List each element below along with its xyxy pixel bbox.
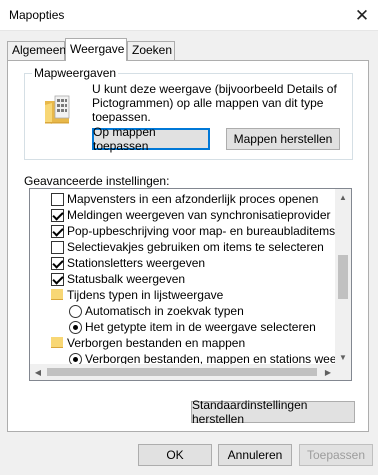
tab-algemeen[interactable]: Algemeen bbox=[7, 41, 66, 60]
settings-row-label: Selectievakjes gebruiken om items te sel… bbox=[67, 240, 324, 254]
settings-row-label: Mapvensters in een afzonderlijk proces o… bbox=[67, 192, 319, 206]
settings-row-4[interactable]: Stationsletters weergeven bbox=[30, 255, 336, 271]
cancel-button[interactable]: Annuleren bbox=[218, 444, 292, 466]
settings-row-label: Automatisch in zoekvak typen bbox=[85, 304, 244, 318]
settings-row-8[interactable]: Het getypte item in de weergave selecter… bbox=[30, 319, 336, 335]
settings-row-5[interactable]: Statusbalk weergeven bbox=[30, 271, 336, 287]
settings-row-6: Tijdens typen in lijstweergave bbox=[30, 287, 336, 303]
settings-checkbox[interactable] bbox=[51, 193, 64, 206]
settings-row-10[interactable]: Verborgen bestanden, mappen en stations … bbox=[30, 351, 336, 365]
settings-checkbox[interactable] bbox=[51, 225, 64, 238]
tab-weergave[interactable]: Weergave bbox=[65, 38, 127, 61]
settings-row-label: Het getypte item in de weergave selecter… bbox=[85, 320, 316, 334]
advanced-settings-items: Mapvensters in een afzonderlijk proces o… bbox=[30, 189, 336, 365]
scroll-left-icon[interactable]: ◀ bbox=[30, 364, 46, 380]
settings-checkbox[interactable] bbox=[51, 209, 64, 222]
settings-row-label: Pop-upbeschrijving voor map- en bureaubl… bbox=[67, 224, 336, 238]
settings-row-label: Meldingen weergeven van synchronisatiepr… bbox=[67, 208, 331, 222]
vertical-scroll-thumb[interactable] bbox=[338, 255, 348, 299]
scroll-right-icon[interactable]: ▶ bbox=[320, 364, 336, 380]
scroll-up-icon[interactable]: ▲ bbox=[335, 189, 351, 205]
settings-radio[interactable] bbox=[69, 305, 82, 318]
settings-row-label: Statusbalk weergeven bbox=[67, 272, 186, 286]
folder-views-legend: Mapweergaven bbox=[32, 66, 119, 80]
vertical-scrollbar[interactable]: ▲ ▼ bbox=[335, 189, 351, 365]
apply-button: Toepassen bbox=[299, 444, 373, 466]
settings-checkbox[interactable] bbox=[51, 273, 64, 286]
close-icon[interactable]: ✕ bbox=[346, 0, 378, 31]
settings-row-label: Verborgen bestanden en mappen bbox=[67, 336, 246, 350]
settings-row-0[interactable]: Mapvensters in een afzonderlijk proces o… bbox=[30, 191, 336, 207]
window-title: Mapopties bbox=[9, 8, 65, 22]
reset-folders-button[interactable]: Mappen herstellen bbox=[226, 128, 340, 150]
scroll-down-icon[interactable]: ▼ bbox=[335, 349, 351, 365]
settings-checkbox[interactable] bbox=[51, 241, 64, 254]
settings-row-3[interactable]: Selectievakjes gebruiken om items te sel… bbox=[30, 239, 336, 255]
settings-row-label: Stationsletters weergeven bbox=[67, 256, 206, 270]
horizontal-scroll-thumb[interactable] bbox=[47, 368, 317, 376]
apply-to-folders-button[interactable]: Op mappen toepassen bbox=[92, 125, 210, 153]
settings-row-label: Tijdens typen in lijstweergave bbox=[67, 288, 224, 302]
settings-radio[interactable] bbox=[69, 321, 82, 334]
folder-icon bbox=[51, 289, 63, 300]
tab-zoeken[interactable]: Zoeken bbox=[127, 41, 175, 60]
horizontal-scrollbar[interactable]: ◀ ▶ bbox=[30, 364, 336, 380]
settings-row-2[interactable]: Pop-upbeschrijving voor map- en bureaubl… bbox=[30, 223, 336, 239]
folder-icon bbox=[45, 95, 70, 124]
folder-icon bbox=[51, 337, 63, 348]
title-bar: Mapopties ✕ bbox=[0, 0, 378, 31]
settings-row-7[interactable]: Automatisch in zoekvak typen bbox=[30, 303, 336, 319]
scroll-corner bbox=[335, 364, 351, 380]
advanced-settings-label: Geavanceerde instellingen: bbox=[24, 174, 170, 188]
folder-views-description: U kunt deze weergave (bijvoorbeeld Detai… bbox=[92, 82, 337, 124]
settings-row-9: Verborgen bestanden en mappen bbox=[30, 335, 336, 351]
restore-defaults-button[interactable]: Standaardinstellingen herstellen bbox=[191, 398, 355, 426]
advanced-settings-list[interactable]: Mapvensters in een afzonderlijk proces o… bbox=[29, 188, 352, 381]
settings-row-1[interactable]: Meldingen weergeven van synchronisatiepr… bbox=[30, 207, 336, 223]
settings-row-label: Verborgen bestanden, mappen en stations … bbox=[85, 352, 336, 365]
settings-checkbox[interactable] bbox=[51, 257, 64, 270]
ok-button[interactable]: OK bbox=[138, 444, 212, 466]
